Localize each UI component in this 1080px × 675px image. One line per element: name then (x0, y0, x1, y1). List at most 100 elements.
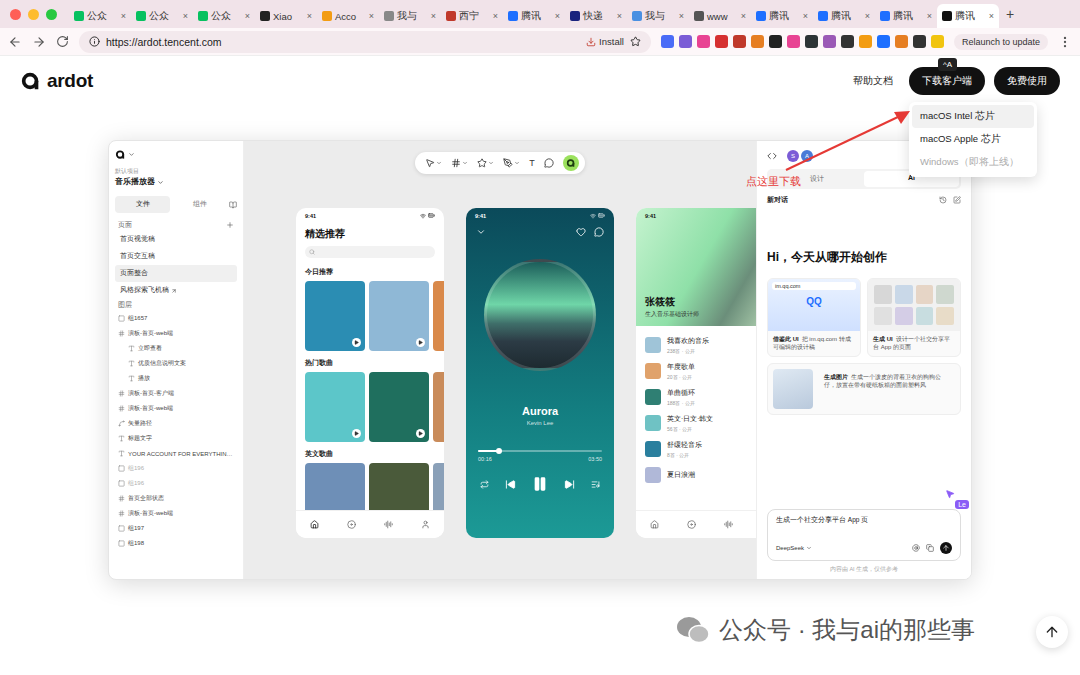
album-cover[interactable] (369, 281, 429, 351)
playlist-row[interactable]: 年度歌单20首 · 公开 (645, 358, 756, 384)
tab-close-button[interactable]: × (121, 11, 126, 21)
album-cover[interactable] (433, 281, 444, 351)
album-cover[interactable] (433, 372, 444, 442)
layer-item[interactable]: 播放 (115, 371, 237, 386)
playlist-icon[interactable] (591, 480, 600, 489)
history-icon[interactable] (939, 196, 947, 204)
layer-item[interactable]: 组196 (115, 461, 237, 476)
progress-knob[interactable] (496, 448, 502, 454)
extension-icon[interactable] (877, 35, 890, 48)
url-field[interactable]: https://ardot.tencent.comInstall (79, 31, 651, 53)
comment-tool[interactable] (544, 158, 554, 168)
album-cover[interactable] (305, 281, 365, 351)
back-icon[interactable] (8, 35, 22, 49)
album-cover[interactable] (433, 463, 444, 510)
browser-tab[interactable]: Xiao× (255, 4, 317, 28)
repeat-icon[interactable] (480, 480, 489, 489)
extension-icon[interactable] (859, 35, 872, 48)
frame-tool[interactable] (451, 158, 468, 168)
extension-icon[interactable] (805, 35, 818, 48)
layer-item[interactable]: 首页全部状态 (115, 491, 237, 506)
forward-icon[interactable] (32, 35, 46, 49)
prompt-input[interactable]: 生成一个社交分享平台 App 页DeepSeek (767, 509, 961, 561)
collapse-icon[interactable] (476, 227, 486, 237)
panel-tab[interactable]: 组件 (172, 196, 227, 213)
attach-icon[interactable] (926, 544, 934, 552)
tab-close-button[interactable]: × (431, 11, 436, 21)
page-item[interactable]: 页面整合 (115, 265, 237, 282)
discover-icon[interactable] (687, 520, 696, 529)
tab-close-button[interactable]: × (369, 11, 374, 21)
page-item[interactable]: 首页视觉稿 (115, 231, 237, 248)
layer-item[interactable]: 演板-首页-web端 (115, 326, 237, 341)
browser-tab[interactable]: 腾讯× (875, 4, 937, 28)
browser-tab[interactable]: Acco× (317, 4, 379, 28)
extension-icon[interactable] (931, 35, 944, 48)
page-item[interactable]: 风格探索飞机稿 (115, 282, 237, 299)
site-logo[interactable]: ardot (20, 70, 93, 92)
tab-close-button[interactable]: × (927, 11, 932, 21)
browser-tab[interactable]: 公众× (69, 4, 131, 28)
window-control-button[interactable] (28, 9, 39, 20)
browser-tab[interactable]: 我与× (379, 4, 441, 28)
tab-close-button[interactable]: × (245, 11, 250, 21)
progress-bar[interactable] (478, 450, 602, 452)
browser-tab[interactable]: 公众× (131, 4, 193, 28)
playlist-row[interactable]: 英文·日文·韩文56首 · 公开 (645, 410, 756, 436)
layer-item[interactable]: YOUR ACCOUNT FOR EVERYTHIN… (115, 446, 237, 461)
extension-icon[interactable] (679, 35, 692, 48)
album-cover[interactable] (369, 463, 429, 510)
add-page-icon[interactable] (226, 221, 234, 229)
tab-close-button[interactable]: × (989, 11, 994, 21)
tab-close-button[interactable]: × (803, 11, 808, 21)
extension-icon[interactable] (841, 35, 854, 48)
pause-icon[interactable] (532, 476, 548, 492)
avatar[interactable]: S (787, 150, 799, 162)
album-cover[interactable] (305, 372, 365, 442)
extension-icon[interactable] (787, 35, 800, 48)
extension-icon[interactable] (823, 35, 836, 48)
layer-item[interactable]: 立即查看 (115, 341, 237, 356)
browser-tab[interactable]: 腾讯× (813, 4, 875, 28)
text-tool[interactable]: T (529, 158, 535, 168)
layer-item[interactable]: 演板-首页-web端 (115, 506, 237, 521)
playlist-row[interactable]: 舒缓轻音乐8首 · 公开 (645, 436, 756, 462)
extension-icon[interactable] (769, 35, 782, 48)
layer-item[interactable]: 演板-首页-web端 (115, 401, 237, 416)
library-icon[interactable] (229, 201, 237, 209)
page-item[interactable]: 首页交互稿 (115, 248, 237, 265)
extension-icon[interactable] (715, 35, 728, 48)
suggestion-card[interactable]: im.qq.comQQ借鉴此 UI把 im.qq.com 转成可编辑的设计稿 (767, 278, 861, 357)
extension-icon[interactable] (661, 35, 674, 48)
site-info-icon[interactable] (89, 36, 100, 47)
download-menu-item[interactable]: macOS Intel 芯片 (912, 105, 1034, 128)
extension-icon[interactable] (751, 35, 764, 48)
layer-item[interactable]: 组1657 (115, 311, 237, 326)
browser-tab[interactable]: 我与× (627, 4, 689, 28)
bookmark-icon[interactable] (630, 36, 641, 47)
scroll-top-button[interactable] (1036, 616, 1068, 648)
mention-icon[interactable] (912, 544, 920, 552)
help-link[interactable]: 帮助文档 (853, 74, 893, 88)
playlist-row[interactable]: 我喜欢的音乐238首 · 公开 (645, 332, 756, 358)
tab-close-button[interactable]: × (617, 11, 622, 21)
tab-close-button[interactable]: × (679, 11, 684, 21)
download-button[interactable]: 下载客户端 (909, 67, 985, 95)
album-cover[interactable] (305, 463, 365, 510)
new-chat-icon[interactable] (953, 196, 961, 204)
shape-tool[interactable] (477, 158, 494, 168)
next-icon[interactable] (564, 479, 575, 490)
suggestion-card[interactable]: 生成 UI设计一个社交分享平台 App 的页面 (867, 278, 961, 357)
layer-item[interactable]: 组198 (115, 536, 237, 551)
code-icon[interactable] (767, 151, 777, 161)
album-cover[interactable] (369, 372, 429, 442)
download-menu-item[interactable]: macOS Apple 芯片 (912, 128, 1034, 151)
discover-icon[interactable] (347, 520, 356, 529)
extension-icon[interactable] (913, 35, 926, 48)
model-select[interactable]: DeepSeek (776, 545, 812, 551)
previous-icon[interactable] (505, 479, 516, 490)
heart-icon[interactable] (576, 227, 586, 237)
tab-close-button[interactable]: × (555, 11, 560, 21)
tab-close-button[interactable]: × (307, 11, 312, 21)
install-button[interactable]: Install (586, 36, 624, 47)
